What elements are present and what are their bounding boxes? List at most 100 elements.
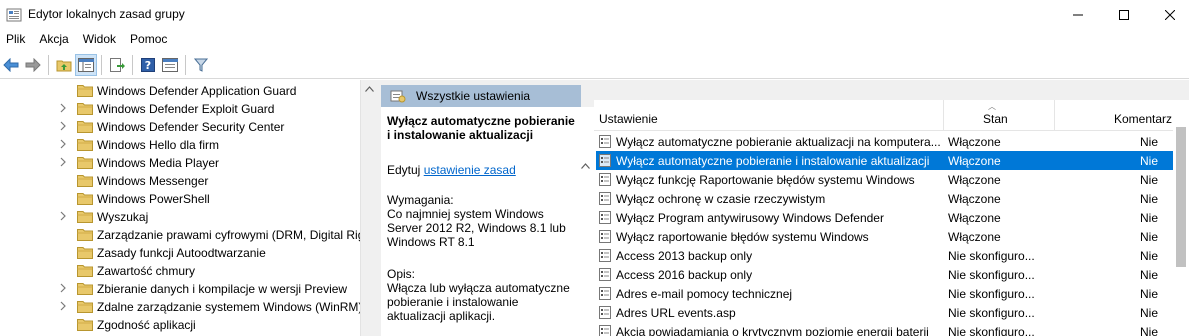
policy-setting-icon [599, 173, 612, 186]
table-row[interactable]: Wyłącz automatyczne pobieranie i instalo… [596, 151, 1174, 170]
help-button[interactable]: ? [137, 54, 159, 76]
setting-comment: Nie [1139, 306, 1158, 320]
folder-icon [77, 138, 93, 151]
table-row[interactable]: Adres e-mail pomocy technicznej Nie skonf… [596, 284, 1174, 303]
tree-item[interactable]: Windows PowerShell [0, 190, 360, 208]
tree-item-label: Windows Defender Application Guard [97, 84, 297, 98]
title-bar: Edytor lokalnych zasad grupy [0, 0, 1189, 30]
setting-name: Access 2013 backup only [616, 249, 753, 263]
scrollbar-thumb[interactable] [1176, 127, 1186, 267]
edit-line: Edytuj ustawienie zasad [387, 163, 516, 177]
table-row[interactable]: Akcja powiadamiania o krytycznym poziomi… [596, 322, 1174, 336]
toolbar: ? [0, 51, 1189, 79]
menu-plik[interactable]: Plik [6, 30, 25, 50]
requirements-label: Wymagania: [387, 193, 454, 207]
tree-item[interactable]: Zawartość chmury [0, 262, 360, 280]
tree-item-label: Windows Media Player [97, 156, 220, 170]
sort-arrow-icon: ︿ [988, 102, 996, 111]
menu-pomoc[interactable]: Pomoc [130, 30, 167, 50]
filter-icon [194, 58, 208, 72]
tree-item-label: Windows PowerShell [97, 192, 210, 206]
setting-comment: Nie [1139, 287, 1158, 301]
table-row[interactable]: Wyłącz automatyczne pobieranie aktualiza… [596, 132, 1174, 151]
toolbar-separator [132, 54, 133, 75]
setting-state: Nie skonfiguro... [948, 306, 1035, 320]
toolbar-separator [48, 54, 49, 75]
show-hide-tree-button[interactable] [75, 53, 97, 76]
expand-chevron-icon[interactable] [60, 139, 70, 151]
requirements: Wymagania: Co najmniej system Windows Se… [387, 193, 577, 249]
export-list-icon [110, 57, 125, 72]
back-button[interactable] [0, 54, 22, 76]
table-row[interactable]: Adres URL events.asp Nie skonfiguro... Nie [596, 303, 1174, 322]
table-row[interactable]: Access 2013 backup only Nie skonfiguro...… [596, 246, 1174, 265]
tree-item[interactable]: Windows Media Player [0, 154, 360, 172]
tree-item[interactable]: Zasady funkcji Autoodtwarzanie [0, 244, 360, 262]
export-list-button[interactable] [106, 54, 128, 76]
minimize-button[interactable] [1055, 0, 1101, 30]
tree-item[interactable]: Windows Hello dla firm [0, 136, 360, 154]
setting-comment: Nie [1139, 192, 1158, 206]
column-divider[interactable] [943, 100, 944, 131]
scroll-up-icon[interactable] [581, 163, 590, 169]
policy-setting-icon [599, 287, 612, 300]
expand-chevron-icon[interactable] [60, 301, 70, 313]
menu-widok[interactable]: Widok [83, 30, 116, 50]
expand-chevron-icon[interactable] [60, 211, 70, 223]
forward-button[interactable] [22, 54, 44, 76]
setting-name: Adres e-mail pomocy technicznej [616, 287, 793, 301]
minimize-icon [1073, 14, 1083, 16]
table-row[interactable]: Wyłącz Program antywirusowy Windows Defe… [596, 208, 1174, 227]
folder-icon [77, 174, 93, 187]
edit-prefix: Edytuj [387, 163, 421, 177]
table-row[interactable]: Access 2016 backup only Nie skonfiguro...… [596, 265, 1174, 284]
up-folder-button[interactable] [53, 54, 75, 76]
column-header-setting[interactable]: Ustawienie [599, 112, 658, 126]
policy-setting-icon [599, 325, 612, 336]
close-button[interactable] [1147, 0, 1189, 30]
expand-chevron-icon[interactable] [60, 103, 70, 115]
expand-chevron-icon[interactable] [60, 157, 70, 169]
setting-state: Włączone [948, 192, 1001, 206]
tree-item[interactable]: Windows Defender Exploit Guard [0, 100, 360, 118]
filter-button[interactable] [190, 54, 212, 76]
tree-item[interactable]: Windows Messenger [0, 172, 360, 190]
properties-button[interactable] [159, 54, 181, 76]
settings-folder-icon [390, 90, 406, 103]
tree-item[interactable]: Zgodność aplikacji [0, 316, 360, 334]
description-scrollbar[interactable] [577, 107, 594, 336]
tree-item[interactable]: Zarządzanie prawami cyfrowymi (DRM, Digi… [0, 226, 360, 244]
setting-comment: Nie [1139, 230, 1158, 244]
table-row[interactable]: Wyłącz ochronę w czasie rzeczywistym Włąc… [596, 189, 1174, 208]
policy-setting-icon [599, 154, 612, 167]
tree-item[interactable]: Zdalne zarządzanie systemem Windows (Win… [0, 298, 360, 316]
expand-chevron-icon[interactable] [60, 121, 70, 133]
tree-item[interactable]: Zbieranie danych i kompilacje w wersji P… [0, 280, 360, 298]
column-header-state[interactable]: Stan [983, 112, 1008, 126]
maximize-icon [1119, 10, 1129, 20]
tree-item[interactable]: Windows Defender Application Guard [0, 82, 360, 100]
all-settings-label: Wszystkie ustawienia [416, 89, 531, 103]
column-header-comment[interactable]: Komentarz [1114, 112, 1172, 126]
settings-list: ︿ Ustawienie Stan Komentarz Wyłącz autom… [594, 100, 1189, 336]
setting-name: Wyłącz raportowanie błędów systemu Windo… [616, 230, 869, 244]
expand-chevron-icon[interactable] [60, 283, 70, 295]
description-panel: Wyłącz automatyczne pobieranie i instalo… [381, 107, 577, 336]
tree-scrollbar[interactable] [360, 80, 377, 336]
maximize-button[interactable] [1101, 0, 1147, 30]
folder-icon [77, 228, 93, 241]
properties-icon [162, 57, 178, 72]
table-row[interactable]: Wyłącz raportowanie błędów systemu Windo… [596, 227, 1174, 246]
tree-item-label: Wyszukaj [97, 210, 149, 224]
list-scrollbar[interactable] [1173, 100, 1189, 336]
scroll-up-icon[interactable] [365, 86, 374, 92]
setting-name: Adres URL events.asp [616, 306, 736, 320]
setting-state: Włączone [948, 211, 1001, 225]
column-divider[interactable] [1054, 100, 1055, 131]
tree-item[interactable]: Wyszukaj [0, 208, 360, 226]
edit-policy-link[interactable]: ustawienie zasad [424, 163, 516, 177]
setting-name: Akcja powiadamiania o krytycznym poziomi… [616, 325, 929, 336]
menu-akcja[interactable]: Akcja [39, 30, 68, 50]
table-row[interactable]: Wyłącz funkcję Raportowanie błędów syste… [596, 170, 1174, 189]
tree-item[interactable]: Windows Defender Security Center [0, 118, 360, 136]
